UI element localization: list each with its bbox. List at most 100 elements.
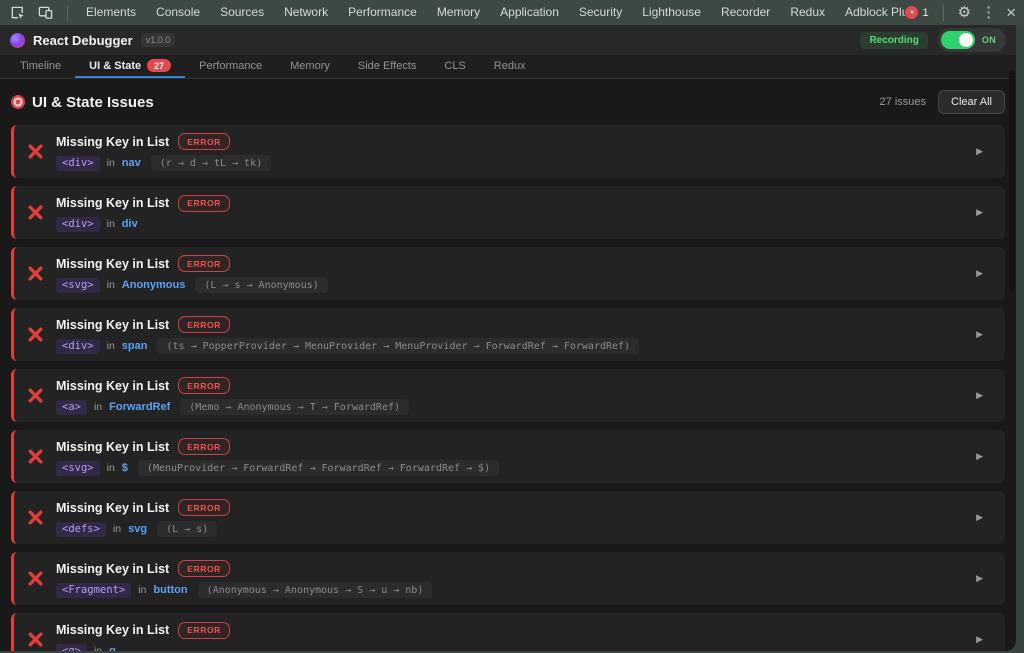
recording-toggle[interactable]: ON — [938, 28, 1006, 52]
scrollbar-thumb[interactable] — [1009, 70, 1015, 290]
error-cross-icon — [14, 387, 56, 404]
component-trace: (L → s → Anonymous) — [195, 277, 327, 293]
panel-tab[interactable]: Performance — [185, 55, 276, 78]
issue-body: Missing Key in List ERROR <div> in span … — [56, 315, 976, 354]
devtools-tabs: Elements Console Sources Network Perform… — [76, 0, 905, 25]
in-label: in — [107, 279, 115, 291]
panel-tab[interactable]: Redux — [480, 55, 540, 78]
panel-tab[interactable]: UI & State 27 — [75, 55, 185, 78]
parent-component-name: nav — [122, 157, 141, 169]
issue-body: Missing Key in List ERROR <g> in g — [56, 621, 976, 652]
toggle-switch[interactable] — [941, 31, 975, 49]
severity-badge: ERROR — [178, 560, 230, 577]
element-tag-badge: <Fragment> — [56, 583, 131, 598]
issue-card[interactable]: Missing Key in List ERROR <Fragment> in … — [11, 552, 1005, 605]
in-label: in — [138, 584, 146, 596]
in-label: in — [113, 523, 121, 535]
severity-badge: ERROR — [178, 499, 230, 516]
issue-card[interactable]: Missing Key in List ERROR <svg> in Anony… — [11, 247, 1005, 300]
close-devtools-icon[interactable]: × — [1006, 4, 1016, 21]
panel-tab[interactable]: CLS — [430, 55, 479, 78]
more-options-icon[interactable]: ⋮ — [981, 5, 996, 20]
parent-component-name: button — [153, 584, 187, 596]
issues-header: UI & State Issues 27 issues Clear All — [11, 89, 1005, 115]
severity-badge: ERROR — [178, 133, 230, 150]
devtools-tab[interactable]: Adblock Plus — [835, 0, 905, 25]
severity-badge: ERROR — [178, 195, 230, 212]
expand-arrow-icon[interactable]: ▶ — [976, 573, 983, 584]
devtools-tab[interactable]: Console — [146, 0, 210, 25]
panel-tab[interactable]: Side Effects — [344, 55, 431, 78]
parent-component-name: g — [109, 645, 116, 651]
in-label: in — [94, 645, 102, 651]
error-cross-icon — [14, 631, 56, 648]
error-x-icon: × — [905, 6, 918, 19]
issue-title: Missing Key in List — [56, 318, 169, 332]
console-error-badge[interactable]: × 1 — [905, 6, 928, 19]
issues-count-label: 27 issues — [880, 96, 926, 108]
element-tag-badge: <defs> — [56, 522, 106, 537]
issue-card[interactable]: Missing Key in List ERROR <div> in nav (… — [11, 125, 1005, 178]
inspect-element-icon[interactable] — [7, 3, 27, 23]
devtools-tab[interactable]: Lighthouse — [632, 0, 711, 25]
settings-gear-icon[interactable]: ⚙ — [958, 5, 971, 20]
clear-all-button[interactable]: Clear All — [938, 90, 1005, 114]
issue-card[interactable]: Missing Key in List ERROR <div> in span … — [11, 308, 1005, 361]
react-debugger-logo-icon — [10, 33, 25, 48]
issues-content: UI & State Issues 27 issues Clear All — [0, 79, 1016, 651]
panel-tab-label: Performance — [199, 60, 262, 72]
panel-tab-label: Memory — [290, 60, 330, 72]
issue-card[interactable]: Missing Key in List ERROR <g> in g ▶ — [11, 613, 1005, 651]
issue-card[interactable]: Missing Key in List ERROR <a> in Forward… — [11, 369, 1005, 422]
panel-tabs: Timeline UI & State 27 Performance Memor… — [0, 55, 1016, 79]
target-icon — [11, 95, 25, 109]
expand-arrow-icon[interactable]: ▶ — [976, 390, 983, 401]
expand-arrow-icon[interactable]: ▶ — [976, 146, 983, 157]
devtools-tab[interactable]: Memory — [427, 0, 490, 25]
in-label: in — [107, 157, 115, 169]
issue-body: Missing Key in List ERROR <Fragment> in … — [56, 559, 976, 598]
severity-badge: ERROR — [178, 377, 230, 394]
panel-tab[interactable]: Memory — [276, 55, 344, 78]
toolbar-divider — [943, 5, 944, 21]
panel-tab[interactable]: Timeline — [6, 55, 75, 78]
react-debugger-panel: React Debugger v1.0.0 Recording ON Timel… — [0, 25, 1016, 651]
devtools-tab[interactable]: Network — [274, 0, 338, 25]
devtools-tab[interactable]: Recorder — [711, 0, 780, 25]
expand-arrow-icon[interactable]: ▶ — [976, 207, 983, 218]
severity-badge: ERROR — [178, 438, 230, 455]
error-cross-icon — [14, 570, 56, 587]
element-tag-badge: <a> — [56, 400, 87, 415]
devtools-tab[interactable]: Sources — [210, 0, 274, 25]
element-tag-badge: <svg> — [56, 461, 100, 476]
devtools-tab[interactable]: Security — [569, 0, 632, 25]
issue-title: Missing Key in List — [56, 135, 169, 149]
devtools-tab[interactable]: Application — [490, 0, 569, 25]
panel-tab-label: UI & State — [89, 60, 141, 72]
panel-tab-label: Side Effects — [358, 60, 417, 72]
issue-card[interactable]: Missing Key in List ERROR <svg> in $ (Me… — [11, 430, 1005, 483]
expand-arrow-icon[interactable]: ▶ — [976, 268, 983, 279]
issue-card[interactable]: Missing Key in List ERROR <div> in div ▶ — [11, 186, 1005, 239]
issue-card[interactable]: Missing Key in List ERROR <defs> in svg … — [11, 491, 1005, 544]
devtools-tab[interactable]: Elements — [76, 0, 146, 25]
devtools-tab[interactable]: Redux — [780, 0, 835, 25]
expand-arrow-icon[interactable]: ▶ — [976, 329, 983, 340]
element-tag-badge: <g> — [56, 644, 87, 652]
in-label: in — [107, 340, 115, 352]
component-trace: (r → d → tL → tk) — [151, 155, 271, 171]
in-label: in — [107, 462, 115, 474]
element-tag-badge: <div> — [56, 339, 100, 354]
toolbar-divider — [67, 5, 68, 21]
component-trace: (MenuProvider → ForwardRef → ForwardRef … — [138, 460, 499, 476]
expand-arrow-icon[interactable]: ▶ — [976, 451, 983, 462]
issue-title: Missing Key in List — [56, 501, 169, 515]
issues-list: Missing Key in List ERROR <div> in nav (… — [11, 125, 1005, 651]
device-toolbar-icon[interactable] — [35, 3, 55, 23]
parent-component-name: svg — [128, 523, 147, 535]
panel-tab-label: Timeline — [20, 60, 61, 72]
issue-body: Missing Key in List ERROR <svg> in $ (Me… — [56, 437, 976, 476]
devtools-tab[interactable]: Performance — [338, 0, 427, 25]
expand-arrow-icon[interactable]: ▶ — [976, 512, 983, 523]
expand-arrow-icon[interactable]: ▶ — [976, 634, 983, 645]
